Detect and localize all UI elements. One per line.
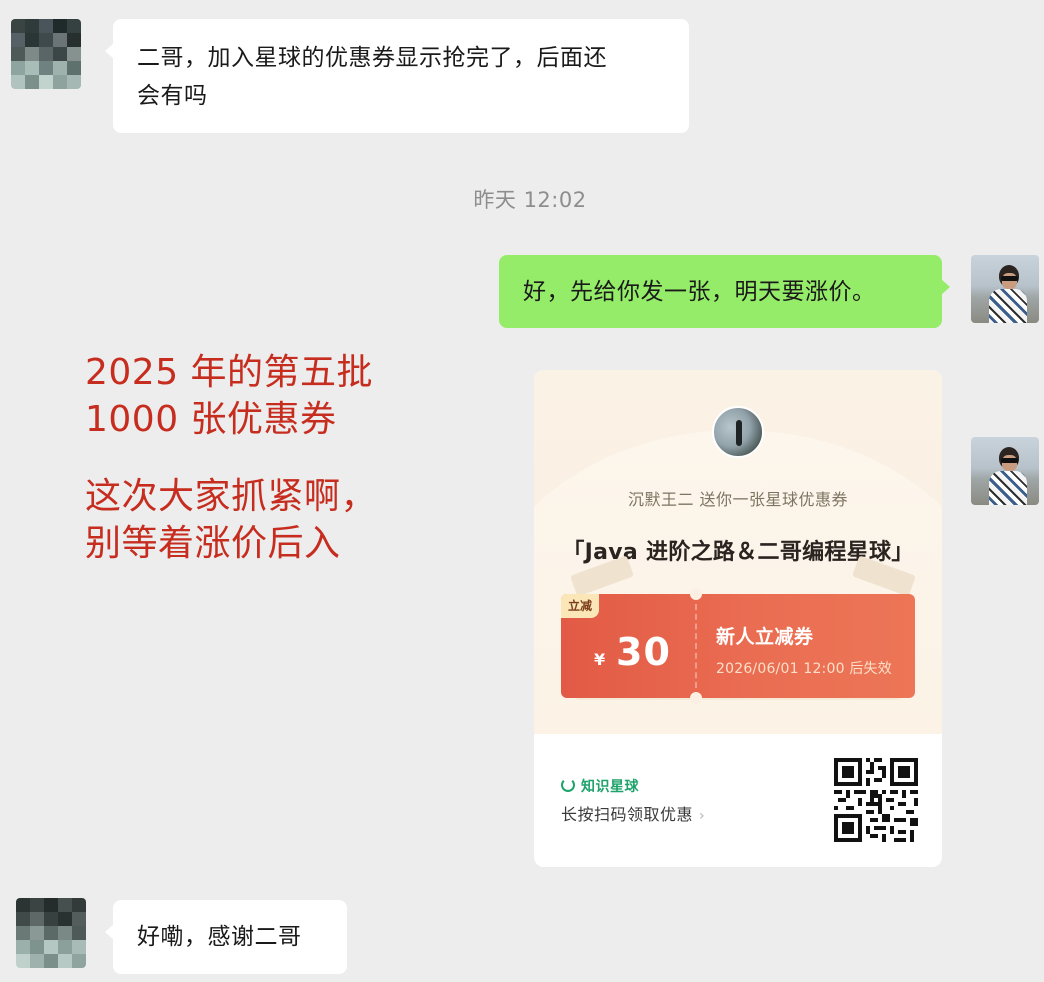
annotation-line: 1000 张优惠券 [85,399,337,440]
annotation-line: 2025 年的第五批 [85,352,374,393]
coupon-ticket[interactable]: ¥ 30 新人立减券 2026/06/01 12:00 后失效 [561,588,915,704]
self-avatar[interactable] [971,437,1039,505]
message-text-line: 二哥，加入星球的优惠券显示抢完了，后面还 [137,45,607,71]
coupon-title: 「Java 进阶之路＆二哥编程星球」 [562,540,914,565]
message-timestamp: 昨天 12:02 [473,188,587,212]
incoming-message-bubble[interactable]: 好嘞，感谢二哥 [105,900,347,974]
coupon-card-header: 沉默王二 送你一张星球优惠券 「Java 进阶之路＆二哥编程星球」 ¥ 30 新… [534,370,942,850]
coupon-name: 新人立减券 [716,626,814,648]
annotation-line: 这次大家抓紧啊， [85,476,378,517]
incoming-message-bubble[interactable]: 二哥，加入星球的优惠券显示抢完了，后面还 会有吗 [105,19,689,133]
brand-label: 知识星球 [561,776,639,796]
coupon-amount: 30 [616,630,671,674]
zsxq-logo-icon [561,778,575,792]
contact-avatar[interactable] [16,898,86,968]
coupon-sender-text: 沉默王二 送你一张星球优惠券 [627,490,849,509]
promo-annotation: 2025 年的第五批 1000 张优惠券 这次大家抓紧啊， 别等着涨价后入 [85,349,377,567]
qr-code-icon[interactable] [834,758,918,842]
message-text: 好嘞，感谢二哥 [137,924,302,950]
outgoing-message-bubble[interactable]: 好，先给你发一张，明天要涨价。 [499,255,950,328]
annotation-line: 别等着涨价后入 [85,523,341,564]
coupon-card-message[interactable]: 沉默王二 送你一张星球优惠券 「Java 进阶之路＆二哥编程星球」 ¥ 30 新… [534,370,942,867]
message-text-line: 会有吗 [137,83,208,109]
currency-symbol: ¥ [594,650,606,669]
contact-avatar[interactable] [11,19,81,89]
self-avatar[interactable] [971,255,1039,323]
coupon-expiry: 2026/06/01 12:00 后失效 [716,661,892,677]
discount-tag: 立减 [561,594,599,618]
pixelated-avatar-image [16,898,86,968]
coupon-card-footer[interactable]: 知识星球 长按扫码领取优惠 › [534,734,942,867]
pixelated-avatar-image [11,19,81,89]
scan-hint[interactable]: 长按扫码领取优惠 › [561,801,705,825]
chevron-right-icon: › [699,808,706,824]
message-text: 好，先给你发一张，明天要涨价。 [523,279,876,305]
sender-avatar [712,406,764,458]
